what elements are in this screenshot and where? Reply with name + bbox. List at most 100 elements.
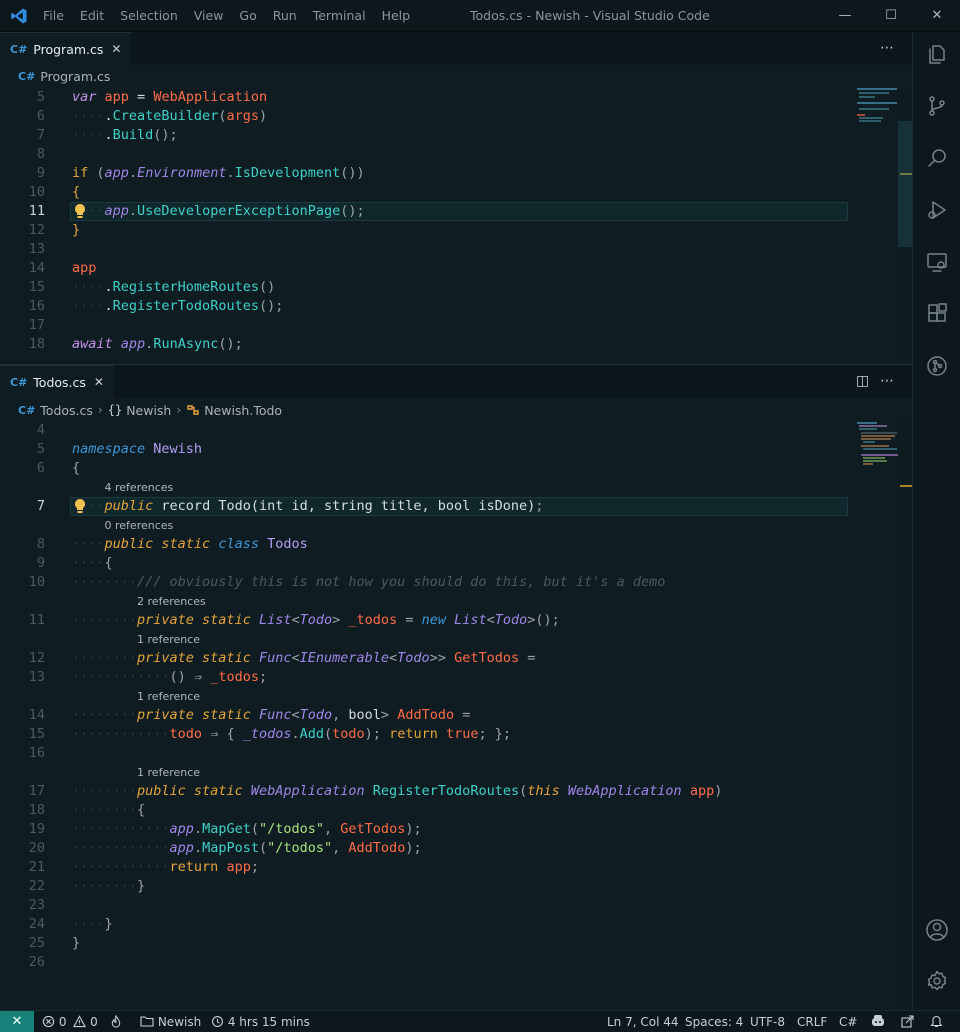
more-actions-icon[interactable]: ⋯ <box>880 365 894 398</box>
menu-terminal[interactable]: Terminal <box>313 0 366 32</box>
code-line[interactable]: 8 <box>0 145 848 164</box>
code-line[interactable]: 4 <box>0 421 848 440</box>
code-line[interactable]: 9 ····{ <box>0 554 848 573</box>
top-editor-code[interactable]: 5 var app = WebApplication 6 ····.CreateBui… <box>0 87 912 363</box>
code-token: ········ <box>72 878 138 894</box>
code-line[interactable]: 15 ····.RegisterHomeRoutes() <box>0 278 848 297</box>
breadcrumb-file[interactable]: Program.cs <box>40 69 110 84</box>
git-graph-icon[interactable] <box>925 354 949 378</box>
workspace-folder[interactable]: Newish <box>140 1011 201 1032</box>
time-tracker[interactable]: 4 hrs 15 mins <box>211 1011 310 1032</box>
code-line[interactable]: 19 ············app.MapGet("/todos", GetTo… <box>0 820 848 839</box>
code-line[interactable]: 10 ········/// obviously this is not how … <box>0 573 848 592</box>
feedback-icon[interactable] <box>901 1011 915 1032</box>
breadcrumb-namespace[interactable]: Newish <box>126 403 171 418</box>
menu-help[interactable]: Help <box>382 0 411 32</box>
close-tab-icon[interactable]: ✕ <box>94 375 104 389</box>
encoding[interactable]: UTF-8 <box>750 1011 785 1032</box>
code-line[interactable]: 12} <box>0 221 848 240</box>
lightbulb-icon[interactable] <box>73 203 87 219</box>
code-lens-references[interactable]: 1 reference <box>137 630 200 649</box>
run-debug-icon[interactable] <box>925 198 949 222</box>
code-line[interactable]: 5 var app = WebApplication <box>0 88 848 107</box>
menu-view[interactable]: View <box>194 0 224 32</box>
code-line[interactable]: 17 <box>0 316 848 335</box>
search-icon[interactable] <box>925 146 949 170</box>
source-control-icon[interactable] <box>925 94 949 118</box>
code-line[interactable]: 9 if (app.Environment.IsDevelopment()) <box>0 164 848 183</box>
code-line[interactable]: 14 ········private static Func<Todo, bool… <box>0 706 848 725</box>
code-line[interactable]: 25} <box>0 934 848 953</box>
bottom-overview-ruler[interactable] <box>898 421 912 1007</box>
code-token: true <box>445 726 479 742</box>
code-lens-references[interactable]: 4 references <box>105 478 174 497</box>
bottom-editor-code[interactable]: 4 5 namespace Newish 6{4 references 7 ····pub… <box>0 421 912 1007</box>
close-window-button[interactable]: ✕ <box>914 0 960 32</box>
cursor-position[interactable]: Ln 7, Col 44 <box>607 1011 679 1032</box>
code-line[interactable]: 22 ········} <box>0 877 848 896</box>
code-lens-references[interactable]: 1 reference <box>137 763 200 782</box>
code-line[interactable]: 6 ····.CreateBuilder(args) <box>0 107 848 126</box>
code-line[interactable]: 12 ········private static Func<IEnumerabl… <box>0 649 848 668</box>
code-line[interactable]: 20 ············app.MapPost("/todos", AddT… <box>0 839 848 858</box>
code-line[interactable]: 14 app <box>0 259 848 278</box>
close-tab-icon[interactable]: ✕ <box>111 42 121 56</box>
flame-icon[interactable] <box>110 1011 122 1032</box>
line-number: 10 <box>28 184 45 200</box>
tab-program-cs[interactable]: C# Program.cs ✕ <box>0 32 132 65</box>
code-lens-references[interactable]: 0 references <box>105 516 174 535</box>
top-scrollbar-thumb[interactable] <box>898 121 912 247</box>
remote-explorer-icon[interactable] <box>925 250 949 274</box>
code-line[interactable]: 8 ····public static class Todos <box>0 535 848 554</box>
code-text: ············app.MapPost("/todos", AddTod… <box>72 839 422 858</box>
code-line[interactable]: 26 <box>0 953 848 972</box>
settings-gear-icon[interactable] <box>925 969 949 993</box>
code-line[interactable]: 5 namespace Newish <box>0 440 848 459</box>
code-line[interactable]: 7 ····.Build(); <box>0 126 848 145</box>
extensions-icon[interactable] <box>925 302 949 326</box>
code-line[interactable]: 24 ····} <box>0 915 848 934</box>
code-line[interactable]: 18 await app.RunAsync(); <box>0 335 848 354</box>
menu-edit[interactable]: Edit <box>80 0 104 32</box>
problems-indicator[interactable]: 0 0 <box>42 1011 98 1032</box>
code-line[interactable]: 6{ <box>0 459 848 478</box>
copilot-icon[interactable] <box>870 1011 886 1032</box>
menu-file[interactable]: File <box>43 0 64 32</box>
code-line[interactable]: 15 ············todo ⇒ { _todos.Add(todo);… <box>0 725 848 744</box>
menu-go[interactable]: Go <box>239 0 256 32</box>
remote-indicator-icon[interactable]: ✕ <box>0 1011 34 1032</box>
breadcrumb-file[interactable]: Todos.cs <box>40 403 93 418</box>
code-line[interactable]: 13 <box>0 240 848 259</box>
code-line[interactable]: 16 <box>0 744 848 763</box>
code-line[interactable]: 23 <box>0 896 848 915</box>
code-line[interactable]: 18 ········{ <box>0 801 848 820</box>
breadcrumb-class[interactable]: Newish.Todo <box>204 403 282 418</box>
accounts-icon[interactable] <box>925 918 949 942</box>
indentation[interactable]: Spaces: 4 <box>685 1011 743 1032</box>
split-editor-icon[interactable]: ◫ <box>856 365 869 398</box>
maximize-button[interactable]: ☐ <box>868 0 914 32</box>
minimize-button[interactable]: — <box>822 0 868 32</box>
code-token: ); <box>405 821 422 837</box>
code-lens-references[interactable]: 1 reference <box>137 687 200 706</box>
notifications-bell-icon[interactable] <box>930 1011 943 1032</box>
code-line[interactable]: 17 ········public static WebApplication R… <box>0 782 848 801</box>
code-line[interactable]: 11 ········private static List<Todo> _tod… <box>0 611 848 630</box>
code-line[interactable]: 21 ············return app; <box>0 858 848 877</box>
code-line[interactable]: 10 { <box>0 183 848 202</box>
code-lens-references[interactable]: 2 references <box>137 592 206 611</box>
warning-icon <box>73 1015 87 1028</box>
menu-selection[interactable]: Selection <box>120 0 178 32</box>
lightbulb-icon[interactable] <box>73 498 87 514</box>
code-line[interactable]: 13 ············() ⇒ _todos; <box>0 668 848 687</box>
menu-run[interactable]: Run <box>273 0 297 32</box>
code-line[interactable]: 7 ····public record Todo(int id, string t… <box>0 497 848 516</box>
tab-todos-cs[interactable]: C# Todos.cs ✕ <box>0 365 114 398</box>
explorer-icon[interactable] <box>925 42 949 66</box>
top-overview-ruler[interactable] <box>898 87 912 363</box>
language-mode[interactable]: C# <box>839 1011 857 1032</box>
code-line[interactable]: 16 ····.RegisterTodoRoutes(); <box>0 297 848 316</box>
more-actions-icon[interactable]: ⋯ <box>880 32 894 65</box>
line-ending[interactable]: CRLF <box>797 1011 827 1032</box>
code-line[interactable]: 11 ····app.UseDeveloperExceptionPage(); <box>0 202 848 221</box>
